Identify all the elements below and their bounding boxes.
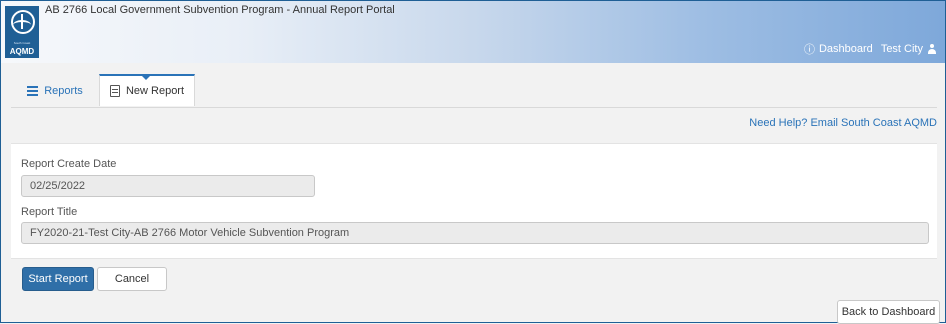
cancel-button[interactable]: Cancel bbox=[97, 267, 167, 291]
logo-subtext: South Coast bbox=[13, 41, 31, 45]
logo-text: AQMD bbox=[9, 47, 35, 56]
start-report-button[interactable]: Start Report bbox=[22, 267, 94, 291]
tab-bar: Reports New Report bbox=[11, 74, 937, 108]
tab-reports[interactable]: Reports bbox=[11, 75, 99, 106]
dashboard-link[interactable]: Dashboard bbox=[819, 43, 873, 55]
app-title: AB 2766 Local Government Subvention Prog… bbox=[45, 4, 395, 16]
report-title-field[interactable]: FY2020-21-Test City-AB 2766 Motor Vehicl… bbox=[21, 222, 929, 244]
tab-new-report[interactable]: New Report bbox=[99, 74, 195, 106]
report-form-panel: Report Create Date 02/25/2022 Report Tit… bbox=[11, 143, 937, 259]
aqmd-logo[interactable]: South Coast AQMD bbox=[5, 6, 39, 58]
list-icon bbox=[27, 86, 39, 96]
document-icon bbox=[109, 85, 120, 97]
active-tab-indicator bbox=[141, 75, 151, 80]
user-icon[interactable] bbox=[927, 44, 937, 54]
header-bar: South Coast AQMD AB 2766 Local Governmen… bbox=[1, 1, 945, 63]
tab-label: New Report bbox=[125, 85, 185, 97]
tab-label: Reports bbox=[44, 84, 83, 97]
top-nav: ⓘ Dashboard Test City bbox=[804, 41, 937, 57]
create-date-label: Report Create Date bbox=[21, 158, 117, 170]
report-title-label: Report Title bbox=[21, 206, 78, 218]
user-name[interactable]: Test City bbox=[881, 43, 923, 55]
dashboard-icon: ⓘ bbox=[803, 44, 815, 56]
create-date-field[interactable]: 02/25/2022 bbox=[21, 175, 315, 197]
app-window: South Coast AQMD AB 2766 Local Governmen… bbox=[0, 0, 946, 324]
back-to-dashboard-button[interactable]: Back to Dashboard bbox=[837, 300, 940, 324]
help-email-link[interactable]: Need Help? Email South Coast AQMD bbox=[749, 117, 937, 129]
